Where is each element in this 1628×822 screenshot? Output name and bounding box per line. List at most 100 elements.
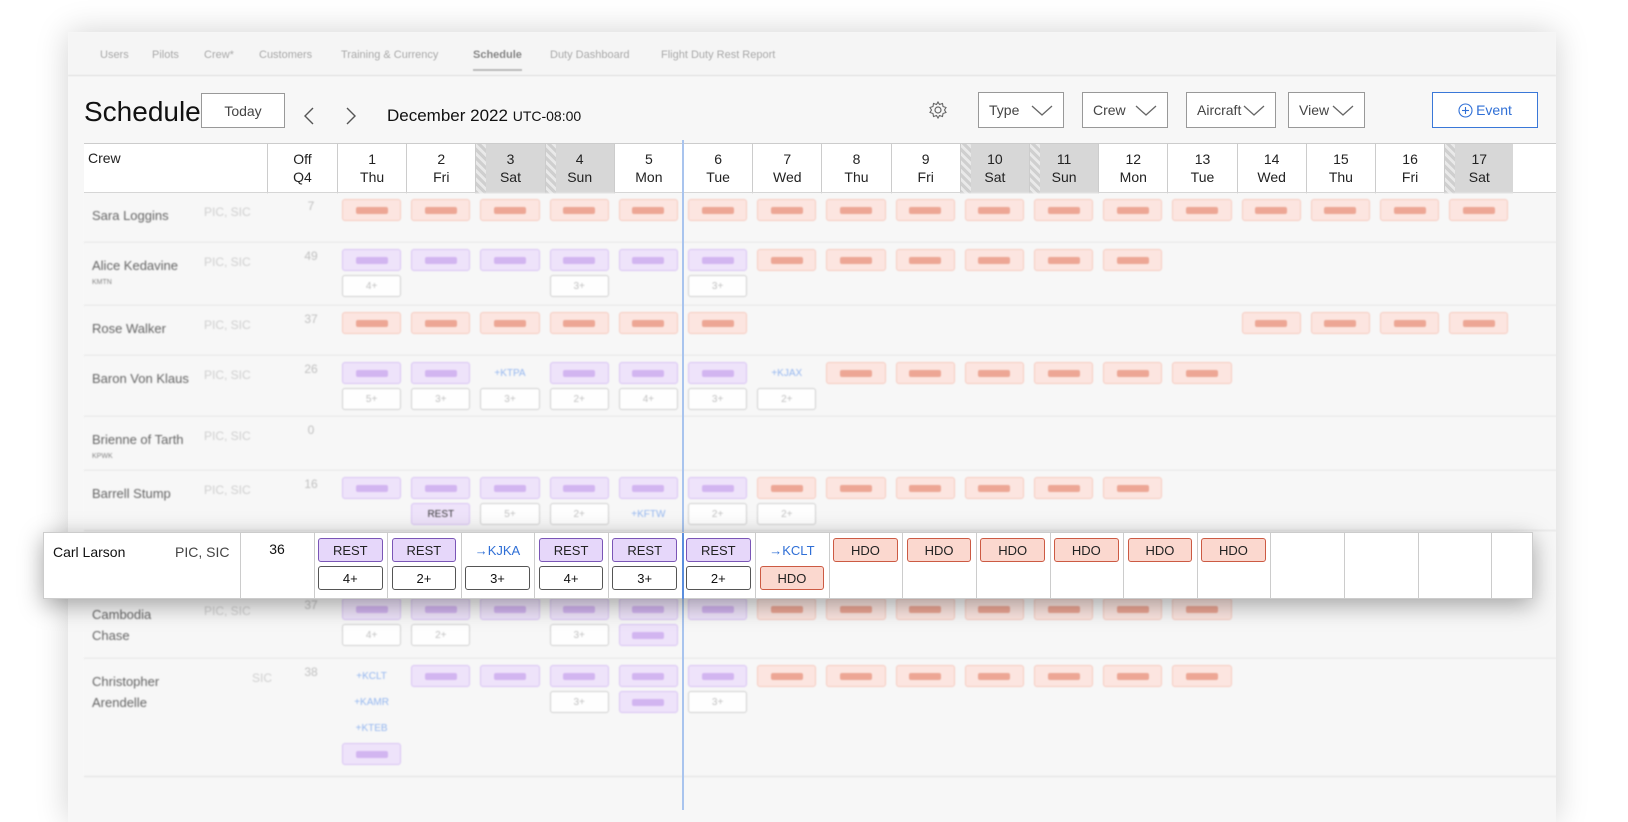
- schedule-event-chip[interactable]: [618, 477, 678, 499]
- schedule-event-chip[interactable]: [757, 477, 817, 499]
- flight-leg-label[interactable]: →KCLT: [760, 538, 825, 562]
- rest-event-chip[interactable]: REST: [538, 538, 604, 562]
- schedule-event-chip[interactable]: [1034, 249, 1094, 271]
- schedule-event-chip[interactable]: [1241, 312, 1301, 334]
- schedule-event-chip[interactable]: [1310, 199, 1370, 221]
- crew-name[interactable]: Cambodia Chase: [92, 604, 192, 646]
- hdo-event-chip[interactable]: HDO: [759, 566, 825, 590]
- crew-name[interactable]: Alice Kedavine: [92, 255, 192, 276]
- flight-leg-label[interactable]: +KAMR: [342, 691, 401, 713]
- crew-row[interactable]: Christopher Arendelle SIC 38 +KCLT +KAMR 3+ 3+…: [84, 659, 1556, 777]
- schedule-event-chip[interactable]: [688, 312, 748, 334]
- schedule-event-chip[interactable]: [964, 249, 1024, 271]
- day-cell[interactable]: [240, 533, 314, 599]
- crew-name[interactable]: Barrell Stump: [92, 483, 192, 504]
- schedule-event-chip[interactable]: [618, 691, 678, 713]
- crew-count-chip[interactable]: 2+: [686, 566, 751, 590]
- day-cell[interactable]: [1270, 533, 1344, 599]
- schedule-event-chip[interactable]: [964, 598, 1024, 620]
- schedule-event-chip[interactable]: [480, 665, 540, 687]
- schedule-event-chip[interactable]: 2+: [688, 503, 748, 525]
- schedule-event-chip[interactable]: [688, 362, 748, 384]
- schedule-event-chip[interactable]: [1103, 199, 1163, 221]
- tab-customers[interactable]: Customers: [259, 49, 312, 61]
- hdo-event-chip[interactable]: HDO: [1201, 538, 1266, 562]
- schedule-event-chip[interactable]: [342, 743, 402, 765]
- tab-crew[interactable]: Crew*: [204, 49, 234, 61]
- schedule-event-chip[interactable]: [964, 477, 1024, 499]
- schedule-event-chip[interactable]: [618, 362, 678, 384]
- schedule-event-chip[interactable]: [480, 598, 540, 620]
- schedule-event-chip[interactable]: 2+: [549, 503, 609, 525]
- schedule-event-chip[interactable]: [895, 362, 955, 384]
- crew-row[interactable]: Cambodia Chase PIC, SIC 37 4+ 2+ 3+: [84, 592, 1556, 659]
- schedule-event-chip[interactable]: [1034, 477, 1094, 499]
- schedule-event-chip[interactable]: [549, 312, 609, 334]
- schedule-event-chip[interactable]: [895, 598, 955, 620]
- crew-name[interactable]: Christopher Arendelle: [92, 671, 192, 713]
- schedule-event-chip[interactable]: [1103, 477, 1163, 499]
- schedule-event-chip[interactable]: [411, 665, 471, 687]
- schedule-event-chip[interactable]: [342, 362, 402, 384]
- schedule-event-chip[interactable]: [826, 362, 886, 384]
- schedule-event-chip[interactable]: [549, 598, 609, 620]
- schedule-event-chip[interactable]: [1172, 199, 1232, 221]
- schedule-event-chip[interactable]: [411, 362, 471, 384]
- schedule-event-chip[interactable]: 3+: [549, 624, 609, 646]
- schedule-event-chip[interactable]: [1449, 199, 1509, 221]
- schedule-event-chip[interactable]: 5+: [342, 388, 402, 410]
- schedule-event-chip[interactable]: [964, 199, 1024, 221]
- flight-leg-label[interactable]: +KTEB: [342, 717, 401, 739]
- schedule-event-chip[interactable]: [618, 312, 678, 334]
- hdo-event-chip[interactable]: HDO: [980, 538, 1045, 562]
- schedule-event-chip[interactable]: 2+: [411, 624, 471, 646]
- schedule-event-chip[interactable]: [688, 249, 748, 271]
- schedule-event-chip[interactable]: [1310, 312, 1370, 334]
- schedule-event-chip[interactable]: 2+: [757, 503, 817, 525]
- schedule-event-chip[interactable]: 3+: [480, 388, 540, 410]
- tab-duty-dashboard[interactable]: Duty Dashboard: [550, 49, 630, 61]
- schedule-event-chip[interactable]: [480, 312, 540, 334]
- settings-icon[interactable]: [928, 100, 948, 120]
- schedule-event-chip[interactable]: 4+: [618, 388, 678, 410]
- tab-training-currency[interactable]: Training & Currency: [341, 49, 438, 61]
- schedule-event-chip[interactable]: [342, 477, 402, 499]
- rest-event-chip[interactable]: REST: [612, 538, 677, 562]
- schedule-event-chip[interactable]: [895, 249, 955, 271]
- schedule-event-chip[interactable]: [618, 598, 678, 620]
- schedule-event-chip[interactable]: [757, 249, 817, 271]
- schedule-event-chip[interactable]: REST: [411, 503, 471, 525]
- schedule-event-chip[interactable]: [826, 477, 886, 499]
- tab-users[interactable]: Users: [100, 49, 129, 61]
- schedule-event-chip[interactable]: 3+: [688, 275, 748, 297]
- schedule-event-chip[interactable]: [1380, 312, 1440, 334]
- rest-event-chip[interactable]: REST: [318, 538, 383, 562]
- schedule-event-chip[interactable]: [549, 199, 609, 221]
- schedule-event-chip[interactable]: [549, 362, 609, 384]
- schedule-event-chip[interactable]: [688, 598, 748, 620]
- schedule-event-chip[interactable]: [342, 312, 402, 334]
- schedule-event-chip[interactable]: [1172, 665, 1232, 687]
- rest-event-chip[interactable]: REST: [686, 538, 751, 562]
- schedule-event-chip[interactable]: [1241, 199, 1301, 221]
- schedule-event-chip[interactable]: [964, 362, 1024, 384]
- today-button[interactable]: Today: [201, 93, 285, 128]
- schedule-event-chip[interactable]: 3+: [411, 388, 471, 410]
- chevron-right-icon[interactable]: [340, 104, 360, 128]
- rest-event-chip[interactable]: REST: [391, 538, 457, 562]
- schedule-event-chip[interactable]: [826, 598, 886, 620]
- aircraft-filter-dropdown[interactable]: Aircraft: [1186, 92, 1276, 128]
- schedule-event-chip[interactable]: 3+: [688, 388, 748, 410]
- schedule-event-chip[interactable]: [895, 477, 955, 499]
- flight-leg-label[interactable]: +KFTW: [619, 503, 678, 525]
- schedule-event-chip[interactable]: 5+: [480, 503, 540, 525]
- schedule-event-chip[interactable]: 3+: [549, 691, 609, 713]
- schedule-event-chip[interactable]: [1449, 312, 1509, 334]
- schedule-event-chip[interactable]: 4+: [342, 624, 402, 646]
- crew-name[interactable]: Brienne of Tarth: [92, 429, 192, 450]
- hdo-event-chip[interactable]: HDO: [1127, 538, 1193, 562]
- schedule-event-chip[interactable]: [411, 312, 471, 334]
- crew-name[interactable]: Baron Von Klaus: [92, 368, 192, 389]
- schedule-event-chip[interactable]: [1380, 199, 1440, 221]
- schedule-event-chip[interactable]: [480, 199, 540, 221]
